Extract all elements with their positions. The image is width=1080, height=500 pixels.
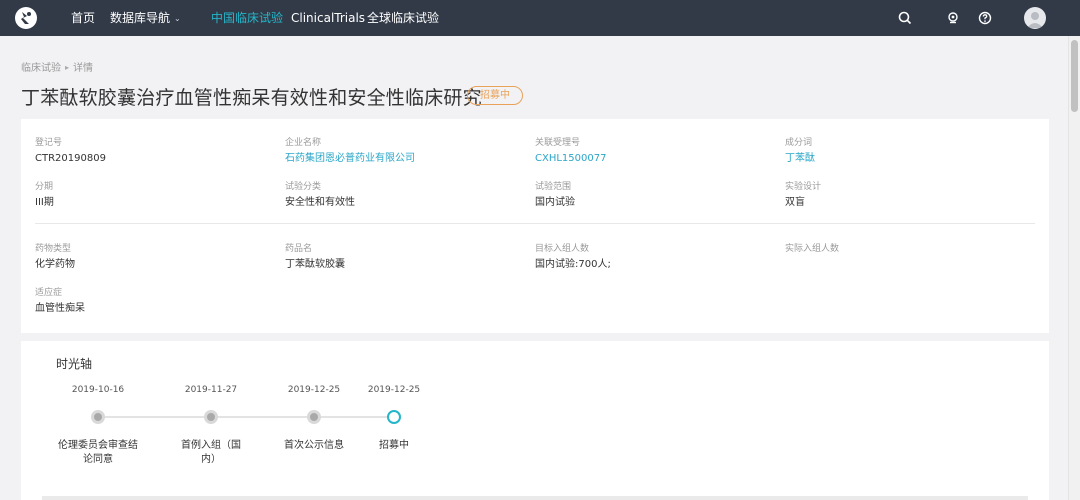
field-value: CTR20190809	[35, 153, 106, 164]
field-value: 国内试验	[535, 197, 575, 208]
timeline-date: 2019-10-16	[71, 385, 125, 395]
top-navigation-bar: 首页 数据库导航 ⌄ 中国临床试验 ClinicalTrials 全球临床试验	[0, 0, 1080, 36]
field-label: 试验范围	[535, 182, 572, 192]
field-label: 实际入组人数	[785, 244, 840, 254]
timeline-event-label: 首例入组（国内）	[181, 440, 241, 465]
section-divider	[35, 223, 1035, 224]
field-value: III期	[35, 197, 54, 208]
timeline-date: 2019-11-27	[184, 385, 238, 395]
field-registration-number: 登记号 CTR20190809	[35, 137, 106, 165]
field-label: 实验设计	[785, 182, 822, 192]
timeline-date: 2019-12-25	[287, 385, 341, 395]
breadcrumb-separator-icon: ▸	[65, 63, 70, 72]
field-label: 分期	[35, 182, 54, 192]
nav-global-clinical-trials[interactable]: 全球临床试验	[367, 0, 439, 36]
ingredient-link[interactable]: 丁苯酞	[785, 152, 815, 165]
field-value: 丁苯酞软胶囊	[285, 259, 345, 270]
field-indication: 适应症 血管性痴呆	[35, 287, 85, 315]
trial-info-card: 登记号 CTR20190809 企业名称 石药集团恩必普药业有限公司 关联受理号…	[21, 119, 1049, 333]
field-experimental-design: 实验设计 双盲	[785, 181, 821, 209]
timeline-event-label: 伦理委员会审查结论同意	[58, 440, 138, 465]
timeline-track	[98, 416, 394, 418]
field-actual-enrollment: 实际入组人数	[785, 243, 839, 258]
timeline-title: 时光轴	[56, 357, 93, 371]
company-link[interactable]: 石药集团恩必普药业有限公司	[285, 152, 415, 165]
field-phase: 分期 III期	[35, 181, 54, 209]
field-label: 登记号	[35, 138, 63, 148]
field-target-enrollment: 目标入组人数 国内试验:700人;	[535, 243, 611, 271]
help-icon[interactable]	[977, 10, 993, 26]
field-related-acceptance-number: 关联受理号 CXHL1500077	[535, 137, 606, 165]
next-section-edge	[42, 496, 1028, 500]
nav-database-navigation-label: 数据库导航	[110, 11, 171, 25]
nav-database-navigation[interactable]: 数据库导航 ⌄	[110, 0, 181, 36]
timeline-node	[307, 410, 321, 424]
field-trial-category: 试验分类 安全性和有效性	[285, 181, 355, 209]
notification-icon[interactable]	[945, 10, 961, 26]
timeline-node-current	[387, 410, 401, 424]
field-value: 血管性痴呆	[35, 303, 85, 314]
breadcrumb-current: 详情	[73, 63, 94, 74]
field-trial-scope: 试验范围 国内试验	[535, 181, 575, 209]
field-label: 试验分类	[285, 182, 322, 192]
timeline-node	[91, 410, 105, 424]
timeline-event-label: 招募中	[379, 440, 409, 451]
field-value: 化学药物	[35, 259, 75, 270]
scrollbar-thumb[interactable]	[1071, 40, 1078, 112]
field-label: 关联受理号	[535, 138, 581, 148]
breadcrumb: 临床试验 ▸ 详情	[21, 59, 93, 74]
timeline-card: 时光轴 2019-10-16 伦理委员会审查结论同意 2019-11-27 首例…	[21, 341, 1049, 500]
field-label: 药品名	[285, 244, 313, 254]
page-title: 丁苯酞软胶囊治疗血管性痴呆有效性和安全性临床研究	[21, 87, 482, 109]
field-label: 目标入组人数	[535, 244, 590, 254]
page-scrollbar[interactable]	[1068, 36, 1080, 500]
timeline-node	[204, 410, 218, 424]
field-label: 企业名称	[285, 138, 322, 148]
field-label: 适应症	[35, 288, 63, 298]
field-value: 安全性和有效性	[285, 197, 355, 208]
field-value: 双盲	[785, 197, 805, 208]
status-badge: 招募中	[467, 86, 523, 105]
chevron-down-icon: ⌄	[174, 14, 181, 23]
timeline-event-label: 首次公示信息	[284, 440, 344, 451]
timeline-date: 2019-12-25	[367, 385, 421, 395]
field-label: 药物类型	[35, 244, 72, 254]
related-acceptance-number-link[interactable]: CXHL1500077	[535, 152, 606, 165]
nav-clinicaltrials[interactable]: ClinicalTrials	[291, 0, 365, 36]
user-avatar[interactable]	[1024, 7, 1046, 29]
nav-home[interactable]: 首页	[71, 0, 95, 36]
field-drug-type: 药物类型 化学药物	[35, 243, 75, 271]
search-icon[interactable]	[897, 10, 913, 26]
field-label: 成分词	[785, 138, 813, 148]
field-company-name: 企业名称 石药集团恩必普药业有限公司	[285, 137, 415, 165]
field-drug-name: 药品名 丁苯酞软胶囊	[285, 243, 345, 271]
field-ingredient: 成分词 丁苯酞	[785, 137, 815, 165]
field-value: 国内试验:700人;	[535, 259, 611, 270]
breadcrumb-clinical-trials[interactable]: 临床试验	[21, 63, 61, 74]
site-logo[interactable]	[15, 7, 37, 29]
nav-china-clinical-trials[interactable]: 中国临床试验	[211, 0, 283, 36]
